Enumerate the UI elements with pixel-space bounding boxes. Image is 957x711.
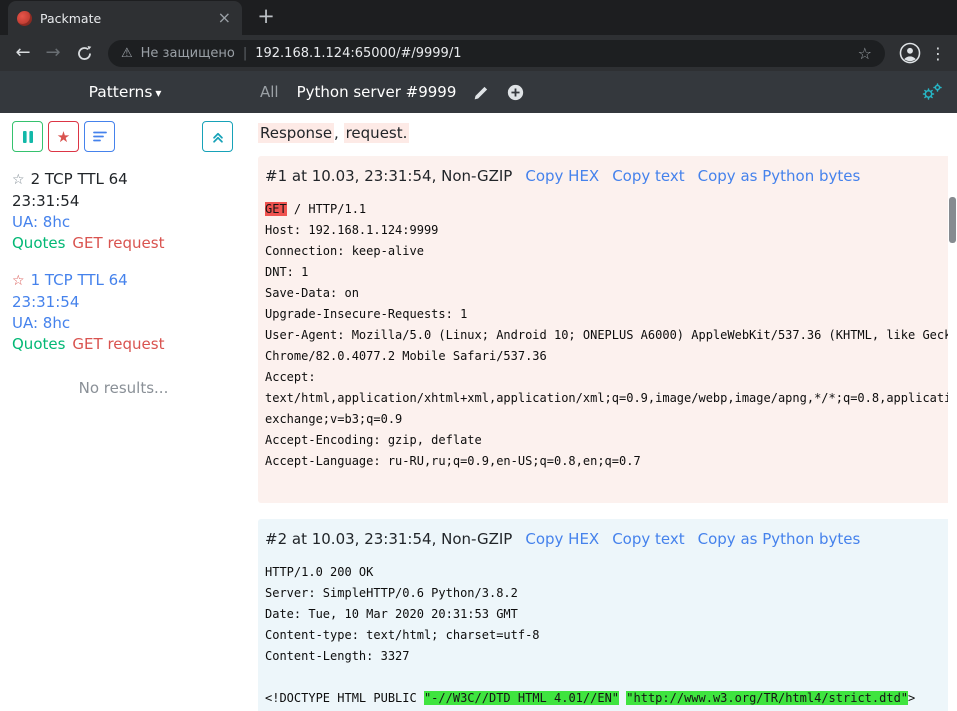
packet-meta: #1 at 10.03, 23:31:54, Non-GZIP: [265, 166, 512, 187]
stream-list-item[interactable]: ☆ 1 TCP TTL 64 23:31:54 UA: 8hc Quotes GET…: [12, 270, 250, 355]
copy-text-link[interactable]: Copy text: [612, 529, 684, 550]
reload-icon[interactable]: [68, 45, 100, 62]
stream-list-item[interactable]: ☆ 2 TCP TTL 64 23:31:54 UA: 8hc Quotes GET…: [12, 169, 250, 254]
pattern-filter-button[interactable]: [84, 121, 115, 152]
caret-down-icon: ▾: [155, 86, 161, 100]
page-scrollbar[interactable]: [948, 113, 957, 711]
favorite-star-icon[interactable]: ☆: [12, 273, 25, 289]
stream-title: 2 TCP TTL 64: [31, 170, 128, 188]
patterns-label: Patterns: [89, 83, 153, 101]
pattern-tag-quotes: Quotes: [12, 335, 65, 353]
favorites-filter-button[interactable]: ★: [48, 121, 79, 152]
add-pattern-icon[interactable]: [507, 84, 524, 101]
back-icon[interactable]: ←: [8, 44, 38, 62]
browser-toolbar: ← → ⚠ Не защищено | 192.168.1.124:65000/…: [0, 35, 957, 71]
matched-patterns-line: Response, request.: [258, 123, 957, 144]
tab-close-icon[interactable]: ×: [216, 10, 233, 26]
address-bar[interactable]: ⚠ Не защищено | 192.168.1.124:65000/#/99…: [108, 40, 885, 67]
packet-body[interactable]: GET / HTTP/1.1Host: 192.168.1.124:9999Co…: [265, 199, 957, 493]
stream-time: 23:31:54: [12, 292, 250, 313]
tab-title: Packmate: [40, 11, 208, 26]
stream-time: 23:31:54: [12, 191, 250, 212]
pattern-tag-get-request: GET request: [72, 335, 164, 353]
content-area: ★ ☆ 2 TCP TTL 64 23:31:54 UA: 8hc Quotes G…: [0, 113, 957, 711]
app-header: Patterns▾ All Python server #9999: [0, 71, 957, 113]
tab-current-stream[interactable]: Python server #9999: [297, 83, 457, 101]
stream-user-agent: UA: 8hc: [12, 212, 250, 233]
copy-python-bytes-link[interactable]: Copy as Python bytes: [698, 166, 861, 187]
security-label: Не защищено: [141, 46, 235, 61]
pause-capture-button[interactable]: [12, 121, 43, 152]
packet-meta: #2 at 10.03, 23:31:54, Non-GZIP: [265, 529, 512, 550]
copy-hex-link[interactable]: Copy HEX: [525, 166, 599, 187]
favorite-star-icon[interactable]: ☆: [12, 172, 25, 188]
packet-card-request: #1 at 10.03, 23:31:54, Non-GZIP Copy HEX…: [258, 156, 957, 503]
collapse-sidebar-button[interactable]: [202, 121, 233, 152]
no-results-label: No results...: [12, 379, 250, 397]
new-tab-button[interactable]: +: [254, 6, 278, 27]
packet-card-response: #2 at 10.03, 23:31:54, Non-GZIP Copy HEX…: [258, 519, 957, 711]
settings-gears-icon[interactable]: [921, 83, 943, 101]
pattern-separator: ,: [334, 124, 344, 142]
pattern-tag-quotes: Quotes: [12, 234, 65, 252]
packet-header: #2 at 10.03, 23:31:54, Non-GZIP Copy HEX…: [265, 529, 957, 550]
copy-python-bytes-link[interactable]: Copy as Python bytes: [698, 529, 861, 550]
stream-tabs: All Python server #9999: [250, 83, 921, 101]
pattern-tag-get-request: GET request: [72, 234, 164, 252]
browser-tab[interactable]: Packmate ×: [8, 1, 242, 35]
browser-menu-icon[interactable]: ⋮: [927, 44, 949, 63]
patterns-dropdown[interactable]: Patterns▾: [0, 83, 250, 101]
url-separator: |: [243, 46, 247, 61]
copy-text-link[interactable]: Copy text: [612, 166, 684, 187]
forward-icon[interactable]: →: [38, 44, 68, 62]
sidebar-toolbar: ★: [12, 121, 250, 152]
not-secure-warning-icon[interactable]: ⚠: [121, 46, 133, 61]
packet-header: #1 at 10.03, 23:31:54, Non-GZIP Copy HEX…: [265, 166, 957, 187]
profile-avatar-icon[interactable]: [893, 42, 927, 64]
copy-hex-link[interactable]: Copy HEX: [525, 529, 599, 550]
packet-view: Response, request. #1 at 10.03, 23:31:54…: [250, 113, 957, 711]
stream-title: 1 TCP TTL 64: [31, 271, 128, 289]
stream-user-agent: UA: 8hc: [12, 313, 250, 334]
packet-body[interactable]: HTTP/1.0 200 OKServer: SimpleHTTP/0.6 Py…: [265, 562, 957, 711]
bookmark-star-icon[interactable]: ☆: [858, 44, 872, 63]
scrollbar-thumb[interactable]: [949, 197, 956, 243]
pattern-chip-request[interactable]: request.: [344, 123, 410, 143]
tab-all[interactable]: All: [260, 83, 279, 101]
pattern-chip-response[interactable]: Response: [258, 123, 334, 143]
browser-tab-bar: Packmate × +: [0, 0, 957, 35]
stream-sidebar: ★ ☆ 2 TCP TTL 64 23:31:54 UA: 8hc Quotes G…: [0, 113, 250, 711]
packmate-favicon: [17, 11, 32, 26]
edit-pencil-icon[interactable]: [474, 85, 489, 100]
url-text[interactable]: 192.168.1.124:65000/#/9999/1: [255, 46, 849, 61]
